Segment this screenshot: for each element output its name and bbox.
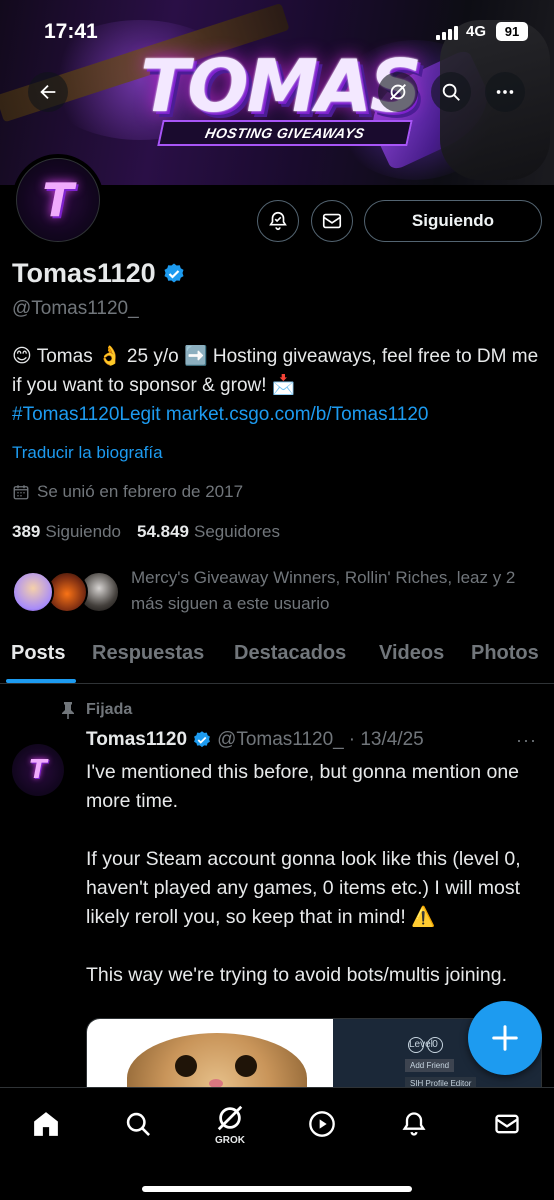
profile-handle: @Tomas1120_	[12, 298, 139, 319]
steam-level-value: 0	[427, 1037, 443, 1053]
following-label: Siguiendo	[45, 522, 121, 541]
active-tab-indicator	[6, 679, 76, 683]
following-button[interactable]: Siguiendo	[364, 200, 542, 242]
nav-search[interactable]	[118, 1104, 158, 1144]
pinned-label: Fijada	[60, 701, 132, 719]
back-button[interactable]	[28, 72, 68, 112]
follower-avatar	[12, 571, 54, 613]
following-count: 389	[12, 522, 41, 541]
nav-grok[interactable]	[210, 1098, 250, 1138]
bell-check-icon	[269, 211, 287, 231]
followers-label: Seguidores	[194, 522, 281, 541]
followers-count: 54.849	[137, 522, 189, 541]
nav-home[interactable]	[26, 1104, 66, 1144]
network-type: 4G	[466, 23, 487, 40]
nav-notifications[interactable]	[394, 1104, 434, 1144]
envelope-icon	[322, 213, 342, 229]
display-name: Tomas1120	[12, 258, 156, 288]
profile-tabs: Posts Respuestas Destacados Videos Photo…	[0, 632, 554, 684]
following-stat[interactable]: 389 Siguiendo	[12, 522, 121, 542]
post-avatar-letter: T	[29, 755, 47, 785]
profile-bio: 😊 Tomas 👌 25 y/o ➡️ Hosting giveaways, f…	[12, 342, 542, 429]
post-author-avatar[interactable]: T	[12, 744, 64, 796]
verified-badge-icon	[194, 731, 210, 748]
followers-stat[interactable]: 54.849 Seguidores	[137, 522, 280, 542]
bottom-navigation: GROK	[0, 1087, 554, 1200]
banner-logo-subtitle: HOSTING GIVEAWAYS	[157, 120, 413, 146]
avatar-image: T	[16, 158, 100, 242]
search-button[interactable]	[431, 72, 471, 112]
post-more-button[interactable]: ···	[516, 730, 537, 751]
post-paragraph: If your Steam account gonna look like th…	[86, 848, 521, 928]
profile-name: Tomas1120	[12, 258, 186, 289]
compose-post-button[interactable]	[468, 1001, 542, 1075]
post-header: Tomas1120 @Tomas1120_ · 13/4/25	[86, 729, 424, 751]
signal-icon	[436, 26, 460, 40]
profile-avatar[interactable]: T	[12, 154, 104, 246]
search-icon	[442, 83, 460, 101]
grok-button[interactable]	[378, 72, 418, 112]
avatar-letter: T	[42, 173, 74, 227]
plus-icon	[492, 1025, 518, 1051]
tab-posts[interactable]: Posts	[11, 642, 65, 665]
grok-icon	[390, 84, 406, 100]
steam-add-friend: Add Friend	[405, 1059, 455, 1072]
translate-bio-link[interactable]: Traducir la biografía	[12, 443, 163, 463]
verified-badge-icon[interactable]	[162, 262, 186, 286]
more-icon	[496, 90, 514, 94]
search-icon	[126, 1112, 150, 1136]
pinned-text: Fijada	[86, 701, 133, 718]
post-author-handle[interactable]: @Tomas1120_	[217, 729, 344, 751]
post-author-name[interactable]: Tomas1120	[86, 729, 187, 751]
status-time: 17:41	[44, 20, 98, 43]
calendar-icon	[13, 485, 29, 500]
tab-replies[interactable]: Respuestas	[92, 642, 204, 665]
known-followers[interactable]: Mercy's Giveaway Winners, Rollin' Riches…	[12, 565, 547, 621]
notifications-subscribe-button[interactable]	[257, 200, 299, 242]
post-body[interactable]: I've mentioned this before, but gonna me…	[86, 758, 548, 1019]
joined-text: Se unió en febrero de 2017	[37, 482, 244, 501]
bio-website-link[interactable]: market.csgo.com/b/Tomas1120	[166, 404, 429, 425]
joined-date: Se unió en febrero de 2017	[12, 482, 243, 502]
bio-hashtag-link[interactable]: #Tomas1120Legit	[12, 404, 161, 425]
back-arrow-icon	[40, 84, 56, 100]
status-bar: 17:41 4G 91	[0, 0, 554, 62]
steam-level: Level0	[405, 1035, 443, 1053]
tab-photos[interactable]: Photos	[471, 642, 539, 665]
follow-stats: 389 Siguiendo 54.849 Seguidores	[12, 522, 280, 542]
tab-videos[interactable]: Videos	[379, 642, 444, 665]
known-followers-text: Mercy's Giveaway Winners, Rollin' Riches…	[131, 568, 516, 613]
post-date[interactable]: · 13/4/25	[349, 729, 424, 751]
nav-video[interactable]	[302, 1104, 342, 1144]
grok-icon	[217, 1105, 243, 1131]
battery-icon: 91	[496, 22, 528, 41]
bell-icon	[402, 1112, 426, 1136]
play-circle-icon	[309, 1111, 335, 1137]
nav-grok-label: GROK	[215, 1135, 245, 1146]
envelope-icon	[495, 1114, 519, 1134]
home-indicator[interactable]	[142, 1186, 412, 1192]
home-icon	[34, 1112, 58, 1136]
tab-highlights[interactable]: Destacados	[234, 642, 346, 665]
nav-messages[interactable]	[487, 1104, 527, 1144]
bio-text: 😊 Tomas 👌 25 y/o ➡️ Hosting giveaways, f…	[12, 346, 539, 396]
post-paragraph: I've mentioned this before, but gonna me…	[86, 761, 520, 812]
steam-level-label: Level	[408, 1037, 433, 1053]
more-button[interactable]	[485, 72, 525, 112]
pin-icon	[62, 702, 74, 719]
message-button[interactable]	[311, 200, 353, 242]
post-paragraph: This way we're trying to avoid bots/mult…	[86, 964, 507, 986]
